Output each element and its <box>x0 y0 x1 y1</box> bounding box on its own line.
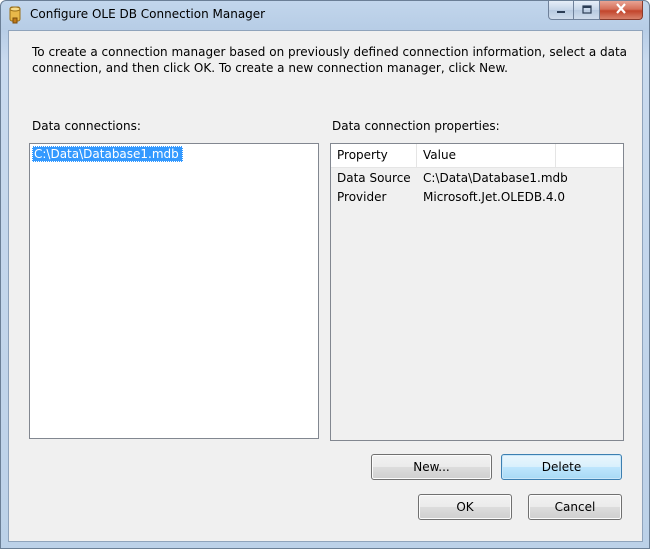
minimize-button[interactable] <box>548 1 574 20</box>
close-icon <box>615 3 627 17</box>
cancel-button[interactable]: Cancel <box>528 494 622 520</box>
table-row[interactable]: Provider Microsoft.Jet.OLEDB.4.0 <box>331 188 623 207</box>
maximize-button[interactable] <box>574 1 600 20</box>
ok-button[interactable]: OK <box>418 494 512 520</box>
table-row[interactable]: Data Source C:\Data\Database1.mdb <box>331 169 623 188</box>
property-value: Microsoft.Jet.OLEDB.4.0 <box>423 190 565 204</box>
maximize-icon <box>581 3 592 17</box>
data-connections-list[interactable]: C:\Data\Database1.mdb <box>29 143 319 439</box>
data-connections-label: Data connections: <box>32 119 141 133</box>
new-button[interactable]: New... <box>371 454 492 480</box>
properties-list[interactable]: Property Value Data Source C:\Data\Datab… <box>330 143 624 441</box>
close-button[interactable] <box>600 1 643 20</box>
property-value: C:\Data\Database1.mdb <box>423 171 568 185</box>
column-header-value[interactable]: Value <box>417 144 556 167</box>
data-connection-properties-label: Data connection properties: <box>332 119 500 133</box>
database-icon <box>8 6 22 24</box>
column-header-property[interactable]: Property <box>331 144 417 167</box>
delete-button[interactable]: Delete <box>501 454 622 480</box>
dialog-client-area: To create a connection manager based on … <box>8 30 643 542</box>
window-title: Configure OLE DB Connection Manager <box>30 7 266 21</box>
title-bar[interactable]: Configure OLE DB Connection Manager <box>1 1 649 29</box>
properties-header: Property Value <box>331 144 623 168</box>
property-name: Data Source <box>337 171 411 185</box>
caption-buttons <box>548 1 643 20</box>
property-name: Provider <box>337 190 387 204</box>
dialog-window: Configure OLE DB Connection Manager To c… <box>0 0 650 549</box>
instructions-text: To create a connection manager based on … <box>32 45 628 75</box>
list-item[interactable]: C:\Data\Database1.mdb <box>32 146 183 162</box>
minimize-icon <box>556 3 566 17</box>
